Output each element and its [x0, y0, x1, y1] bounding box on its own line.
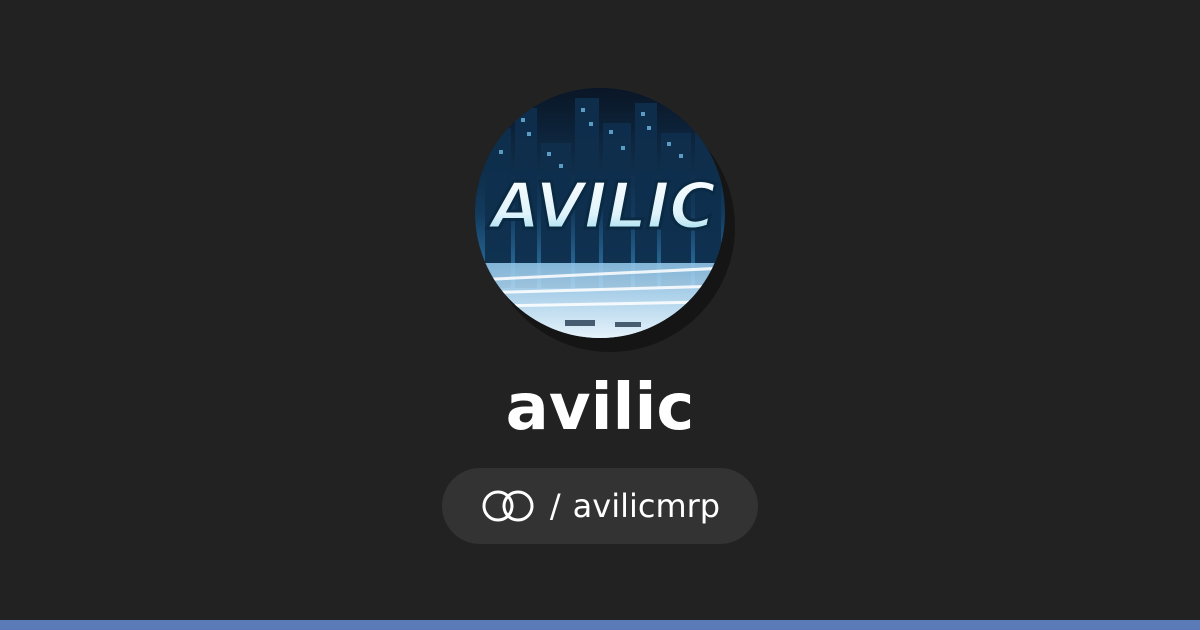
handle-text: avilicmrp [572, 487, 721, 525]
avatar-image: AVILIC [475, 88, 725, 338]
profile-name: avilic [505, 371, 695, 445]
avatar-logo-text: AVILIC [486, 170, 716, 244]
bottom-accent-bar [0, 620, 1200, 630]
avatar-container: AVILIC [475, 88, 741, 354]
handle-separator: / [549, 487, 561, 525]
linked-rings-icon [480, 488, 538, 524]
avatar[interactable]: AVILIC [475, 88, 725, 338]
handle-link[interactable]: / avilicmrp [442, 468, 758, 544]
profile-card: AVILIC avilic / avilicmrp [0, 0, 1200, 630]
